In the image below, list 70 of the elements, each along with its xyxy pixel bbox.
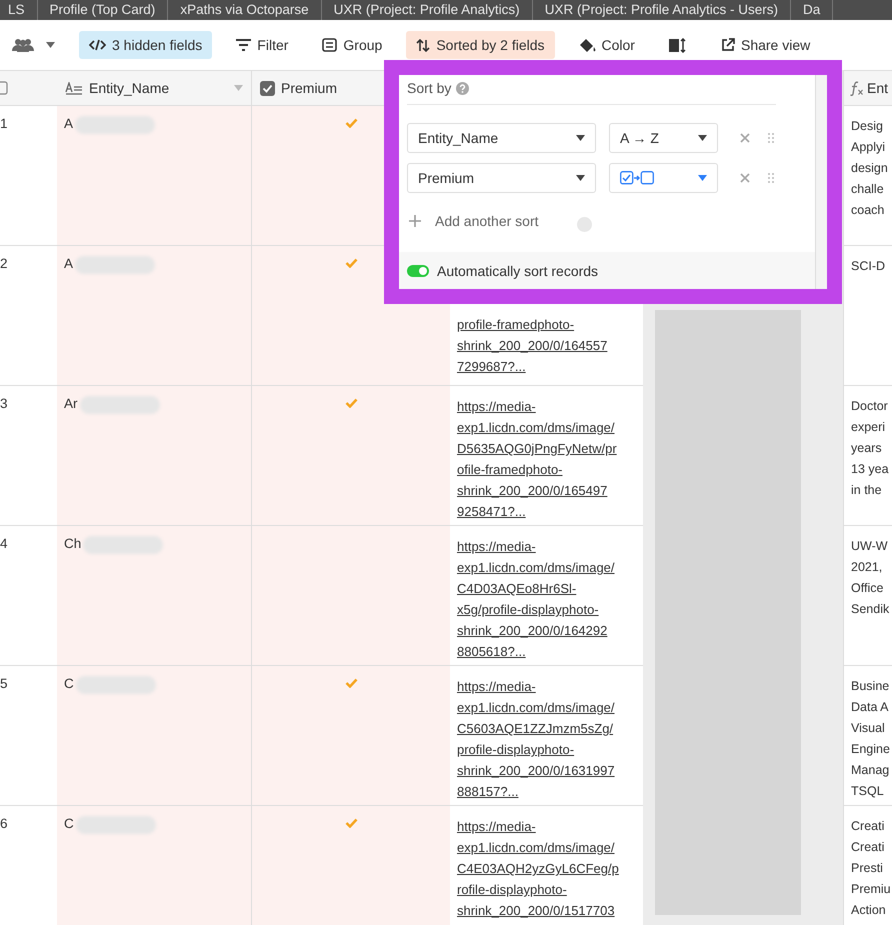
toolbar-button[interactable]: Sorted by 2 fields [406,31,555,59]
column-header[interactable]: Entity_Name [57,70,252,106]
table-cell: C [57,666,252,806]
caret-icon [576,135,585,141]
checkbox-field-icon [260,80,275,96]
table-cell: A [57,246,252,386]
close-icon[interactable] [740,173,750,183]
code-icon [89,39,106,51]
caret-icon [698,135,707,141]
filter-icon [236,39,252,51]
table-cell: Creati Creati Presti Premiu Action [851,819,891,917]
close-icon[interactable] [740,133,750,143]
field-dropdown[interactable]: Entity_Name [407,123,596,153]
sheet-tab[interactable]: xPaths via Octoparse [168,0,322,20]
url-link[interactable]: https://media- exp1.licdn.com/dms/image/ C4E03AQH2yzGyL6CFeg/p rofile-displayphoto- shrink_200_200/0/1517703 [457,816,636,921]
order-dropdown[interactable] [609,163,718,193]
toolbar-button[interactable]: Group [312,31,392,59]
text-field-icon [65,82,83,94]
share-icon [720,38,735,52]
row-height-icon[interactable] [668,38,687,52]
help-icon[interactable] [456,82,470,94]
table-cell: SCI-D [851,259,886,273]
toolbar-button[interactable]: Filter [226,31,298,59]
add-sort-link[interactable]: Add another sort [435,212,539,228]
sort-icon [416,38,430,52]
table-cell: A [57,106,252,246]
url-link[interactable]: https://media- exp1.licdn.com/dms/image/ D5635AQG0jPngFyNetw/pr ofile-framedphoto- shrink_200_200/0/165497 9258471?... [457,396,636,522]
table-cell: Desig Applyi design challe coach [851,119,888,217]
caret-icon [234,85,243,91]
drag-handle-icon[interactable] [768,133,774,143]
checkbox[interactable] [0,81,8,95]
table-cell: C [57,806,252,925]
order-dropdown[interactable]: A → Z [609,123,718,153]
checked-to-unchecked-icon [620,171,654,185]
formula-icon [849,80,864,96]
plus-icon [409,214,421,226]
caret-icon [576,175,585,181]
table-cell: Doctor experi years 13 yea in the [851,399,889,497]
caret-icon [46,42,55,48]
sheet-tab[interactable]: LS [0,0,38,20]
table-cell: UW-W 2021, Office Sendik [851,539,890,616]
table-cell: Ch [57,526,252,666]
sheet-tab[interactable]: Da [791,0,834,20]
toolbar-button[interactable]: Share view [710,31,820,59]
people-icon[interactable] [12,38,34,52]
row-number: 3 [0,396,8,411]
panel-title: Sort by [407,80,452,96]
row-number: 1 [0,116,8,131]
url-link[interactable]: profile-framedphoto- shrink_200_200/0/164557 7299687?... [457,314,636,377]
toolbar-button[interactable]: 3 hidden fields [79,31,212,59]
toggle-label: Automatically sort records [437,262,598,278]
table-cell: Busine Data A Visual Engine Manag TSQL [851,679,890,798]
sheet-tab[interactable]: UXR (Project: Profile Analytics) [322,0,533,20]
toggle-switch[interactable] [407,264,429,276]
sheet-tab[interactable]: UXR (Project: Profile Analytics - Users) [532,0,791,20]
row-number: 5 [0,676,8,691]
group-icon [322,38,338,52]
drag-handle-icon[interactable] [768,173,774,183]
toolbar-button[interactable]: Color [568,31,645,59]
table-cell: Ar [57,386,252,526]
column-header[interactable]: Ent [867,80,888,96]
paint-bucket-icon [578,38,596,52]
row-number: 4 [0,536,8,551]
url-link[interactable]: https://media- exp1.licdn.com/dms/image/ C5603AQE1ZZJmzm5sZg/ profile-displayphoto- shrink_200_200/0/1631997 888157?... [457,676,636,802]
url-link[interactable]: https://media- exp1.licdn.com/dms/image/ C4D03AQEo8Hr6Sl- x5g/profile-displayphoto- shrink_200_200/0/164292 8805618?... [457,536,636,662]
field-dropdown[interactable]: Premium [407,163,596,193]
sheet-tab[interactable]: Profile (Top Card) [38,0,168,20]
caret-icon [698,175,707,181]
row-number: 2 [0,256,8,271]
row-number: 6 [0,816,8,831]
